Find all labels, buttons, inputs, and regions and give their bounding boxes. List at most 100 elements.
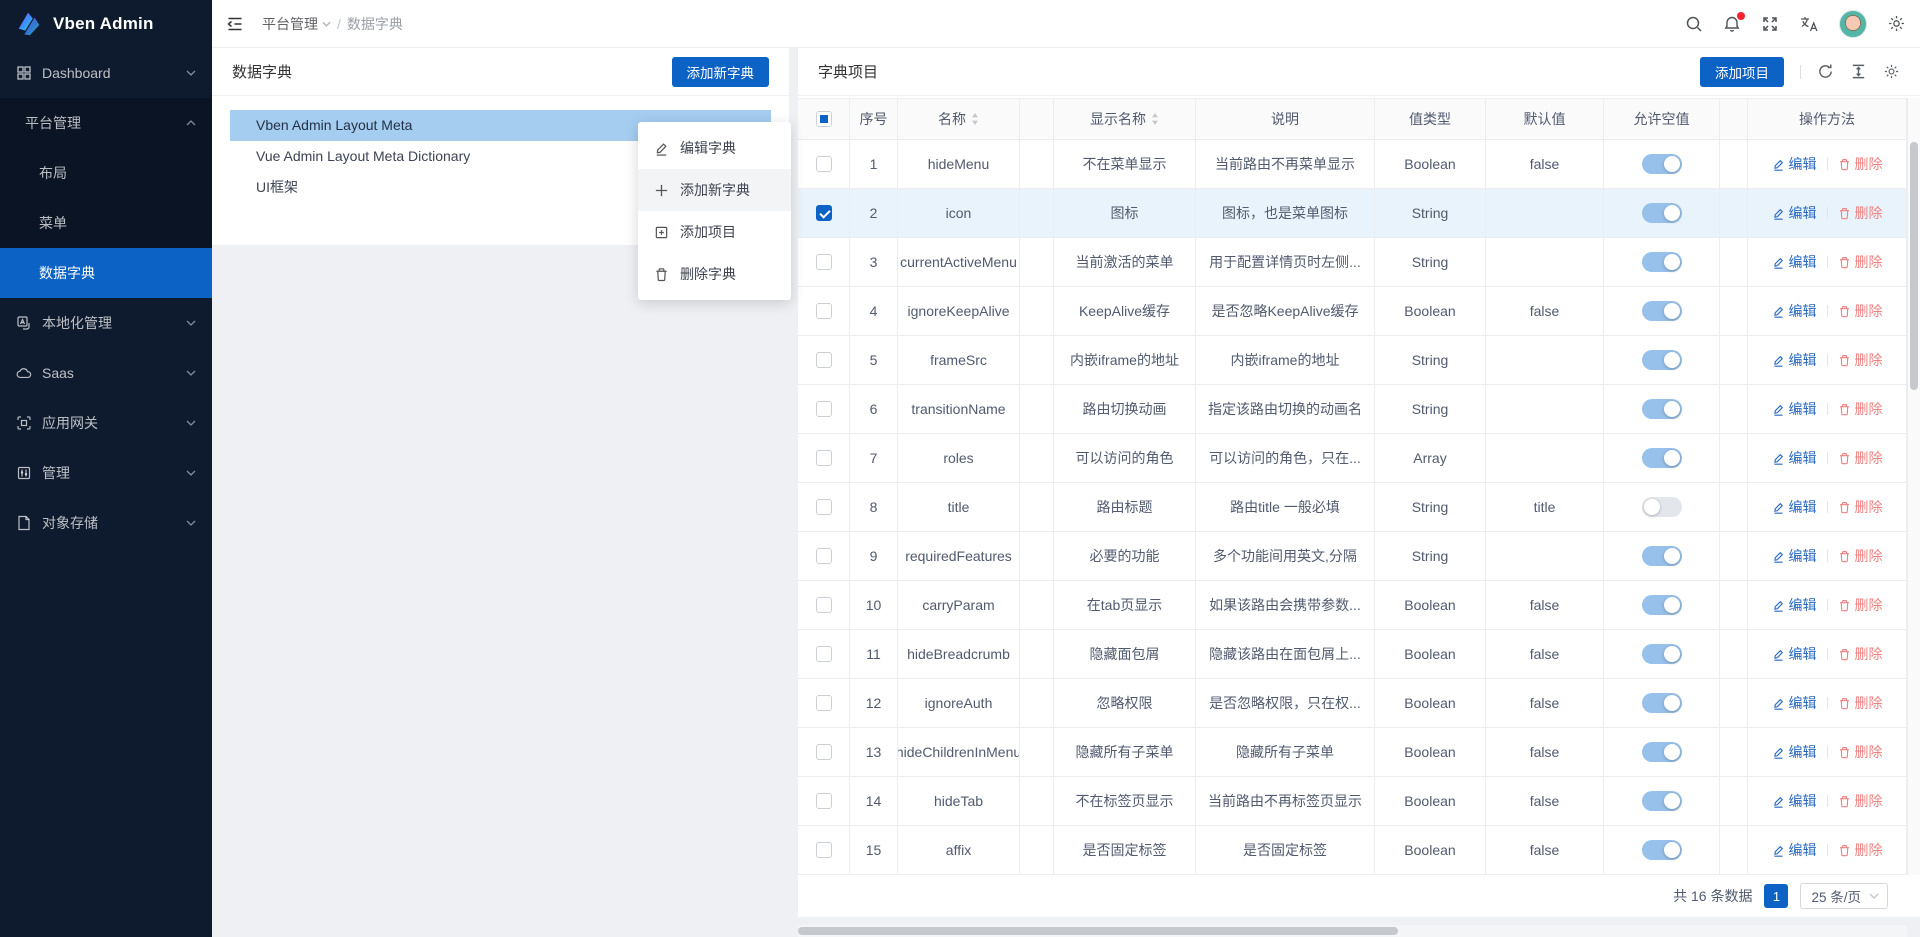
horizontal-scrollbar[interactable] (798, 925, 1907, 937)
row-checkbox-cell[interactable] (798, 777, 850, 826)
sidebar-item-menu[interactable]: 菜单 (0, 198, 212, 248)
row-checkbox[interactable] (816, 205, 832, 221)
column-header-display-name[interactable]: 显示名称 (1054, 98, 1196, 140)
delete-button[interactable]: 删除 (1838, 154, 1883, 174)
select-all-checkbox[interactable] (816, 111, 832, 127)
row-checkbox-cell[interactable] (798, 630, 850, 679)
delete-button[interactable]: 删除 (1838, 203, 1883, 223)
context-menu-delete-dictionary[interactable]: 删除字典 (638, 253, 791, 295)
edit-button[interactable]: 编辑 (1772, 791, 1817, 811)
row-checkbox-cell[interactable] (798, 385, 850, 434)
edit-button[interactable]: 编辑 (1772, 448, 1817, 468)
sidebar-item-platform-management[interactable]: 平台管理 (0, 98, 212, 148)
edit-button[interactable]: 编辑 (1772, 203, 1817, 223)
allow-empty-toggle[interactable] (1642, 644, 1682, 664)
allow-empty-toggle[interactable] (1642, 154, 1682, 174)
sidebar-item-data-dictionary[interactable]: 数据字典 (0, 248, 212, 298)
allow-empty-toggle[interactable] (1642, 497, 1682, 517)
add-item-button[interactable]: 添加项目 (1700, 57, 1784, 87)
refresh-icon[interactable] (1817, 63, 1834, 80)
allow-empty-toggle[interactable] (1642, 546, 1682, 566)
delete-button[interactable]: 删除 (1838, 546, 1883, 566)
row-checkbox[interactable] (816, 499, 832, 515)
allow-empty-toggle[interactable] (1642, 252, 1682, 272)
allow-empty-toggle[interactable] (1642, 399, 1682, 419)
delete-button[interactable]: 删除 (1838, 350, 1883, 370)
row-checkbox-cell[interactable] (798, 728, 850, 777)
allow-empty-toggle[interactable] (1642, 301, 1682, 321)
row-checkbox-cell[interactable] (798, 483, 850, 532)
sidebar-item-layout[interactable]: 布局 (0, 148, 212, 198)
allow-empty-toggle[interactable] (1642, 791, 1682, 811)
context-menu-add-dictionary[interactable]: 添加新字典 (638, 169, 791, 211)
row-checkbox[interactable] (816, 548, 832, 564)
edit-button[interactable]: 编辑 (1772, 644, 1817, 664)
vertical-scrollbar[interactable] (1907, 98, 1920, 875)
row-checkbox[interactable] (816, 793, 832, 809)
allow-empty-toggle[interactable] (1642, 448, 1682, 468)
delete-button[interactable]: 删除 (1838, 742, 1883, 762)
delete-button[interactable]: 删除 (1838, 301, 1883, 321)
allow-empty-toggle[interactable] (1642, 350, 1682, 370)
settings-gear-icon[interactable] (1887, 14, 1906, 33)
edit-button[interactable]: 编辑 (1772, 252, 1817, 272)
row-checkbox-cell[interactable] (798, 434, 850, 483)
sidebar-item-management[interactable]: 管理 (0, 448, 212, 498)
edit-button[interactable]: 编辑 (1772, 840, 1817, 860)
allow-empty-toggle[interactable] (1642, 840, 1682, 860)
row-checkbox[interactable] (816, 744, 832, 760)
delete-button[interactable]: 删除 (1838, 693, 1883, 713)
row-checkbox-cell[interactable] (798, 287, 850, 336)
sort-icon[interactable] (971, 113, 979, 125)
delete-button[interactable]: 删除 (1838, 497, 1883, 517)
edit-button[interactable]: 编辑 (1772, 742, 1817, 762)
page-size-select[interactable]: 25 条/页 (1800, 883, 1888, 909)
delete-button[interactable]: 删除 (1838, 448, 1883, 468)
allow-empty-toggle[interactable] (1642, 742, 1682, 762)
app-logo[interactable]: Vben Admin (0, 0, 212, 48)
row-checkbox-cell[interactable] (798, 679, 850, 728)
row-checkbox-cell[interactable] (798, 532, 850, 581)
row-checkbox[interactable] (816, 254, 832, 270)
edit-button[interactable]: 编辑 (1772, 399, 1817, 419)
row-checkbox-cell[interactable] (798, 238, 850, 287)
delete-button[interactable]: 删除 (1838, 595, 1883, 615)
column-header-name[interactable]: 名称 (898, 98, 1020, 140)
search-icon[interactable] (1685, 15, 1703, 33)
row-checkbox[interactable] (816, 450, 832, 466)
breadcrumb-parent[interactable]: 平台管理 (262, 14, 331, 34)
row-checkbox[interactable] (816, 401, 832, 417)
sidebar-item-dashboard[interactable]: Dashboard (0, 48, 212, 98)
sort-icon[interactable] (1151, 113, 1159, 125)
horizontal-scrollbar-thumb[interactable] (798, 927, 1398, 935)
row-checkbox[interactable] (816, 695, 832, 711)
edit-button[interactable]: 编辑 (1772, 497, 1817, 517)
delete-button[interactable]: 删除 (1838, 644, 1883, 664)
vertical-scrollbar-thumb[interactable] (1910, 142, 1918, 390)
delete-button[interactable]: 删除 (1838, 840, 1883, 860)
sidebar-item-saas[interactable]: Saas (0, 348, 212, 398)
row-checkbox-cell[interactable] (798, 140, 850, 189)
sidebar-item-app-gateway[interactable]: 应用网关 (0, 398, 212, 448)
edit-button[interactable]: 编辑 (1772, 546, 1817, 566)
sidebar-item-object-storage[interactable]: 对象存储 (0, 498, 212, 548)
row-checkbox-cell[interactable] (798, 826, 850, 875)
row-checkbox[interactable] (816, 842, 832, 858)
select-all-cell[interactable] (798, 98, 850, 140)
allow-empty-toggle[interactable] (1642, 693, 1682, 713)
sidebar-item-localization[interactable]: 本地化管理 (0, 298, 212, 348)
collapse-sidebar-icon[interactable] (226, 15, 244, 33)
table-settings-gear-icon[interactable] (1883, 63, 1900, 80)
delete-button[interactable]: 删除 (1838, 252, 1883, 272)
delete-button[interactable]: 删除 (1838, 399, 1883, 419)
row-height-icon[interactable] (1850, 63, 1867, 80)
edit-button[interactable]: 编辑 (1772, 154, 1817, 174)
fullscreen-icon[interactable] (1761, 15, 1779, 33)
allow-empty-toggle[interactable] (1642, 203, 1682, 223)
allow-empty-toggle[interactable] (1642, 595, 1682, 615)
row-checkbox[interactable] (816, 303, 832, 319)
edit-button[interactable]: 编辑 (1772, 693, 1817, 713)
row-checkbox[interactable] (816, 156, 832, 172)
edit-button[interactable]: 编辑 (1772, 301, 1817, 321)
context-menu-add-item[interactable]: 添加项目 (638, 211, 791, 253)
